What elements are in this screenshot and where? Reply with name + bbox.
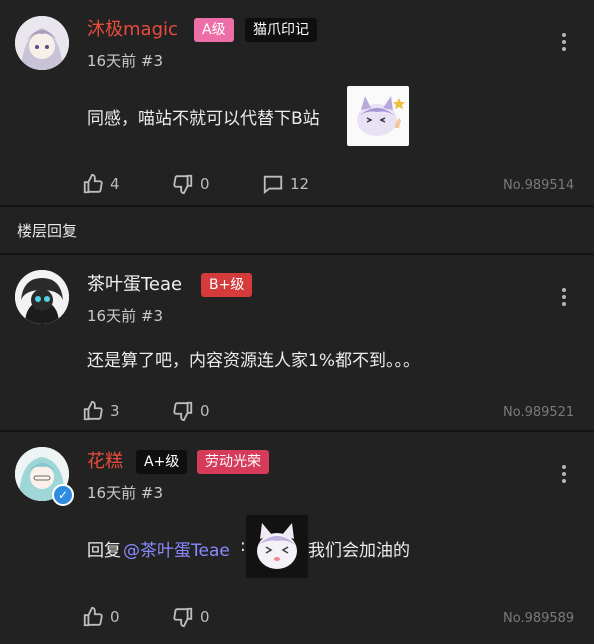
comment-3: ✓ 花糕 A+级 劳动光荣 16天前 #3 回复 @茶叶蛋Teae : 我们会加… — [0, 0, 594, 644]
like-button[interactable]: 0 — [82, 606, 120, 628]
username[interactable]: 花糕 — [87, 450, 123, 474]
floor-number: #3 — [140, 484, 163, 502]
comment-id: No.989589 — [503, 611, 575, 626]
level-badge: A+级 — [136, 450, 188, 474]
verified-check-icon: ✓ — [52, 484, 74, 506]
thumbs-down-icon — [173, 607, 193, 628]
mention-colon: : — [240, 536, 246, 556]
post-meta: 16天前 #3 — [87, 482, 163, 503]
reply-prefix: 回复 — [87, 541, 121, 561]
dislike-count: 0 — [200, 608, 210, 626]
comment-text: 我们会加油的 — [308, 541, 410, 561]
timestamp: 16天前 — [87, 484, 137, 502]
more-options-icon[interactable] — [561, 465, 567, 486]
like-count: 0 — [110, 608, 120, 626]
thumbs-up-icon — [83, 606, 103, 627]
dislike-button[interactable]: 0 — [172, 606, 210, 628]
title-tag: 劳动光荣 — [197, 450, 269, 474]
sticker-image — [246, 515, 308, 578]
mention-link[interactable]: @茶叶蛋Teae — [123, 536, 230, 561]
